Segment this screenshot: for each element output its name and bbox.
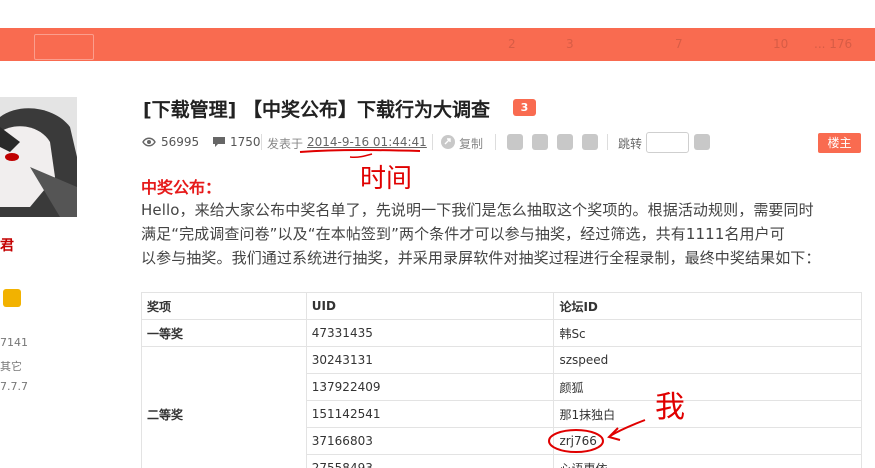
annotation-strokes	[299, 149, 646, 453]
annotation-time: 时间	[360, 164, 413, 194]
annotation-me: 我	[655, 390, 685, 425]
